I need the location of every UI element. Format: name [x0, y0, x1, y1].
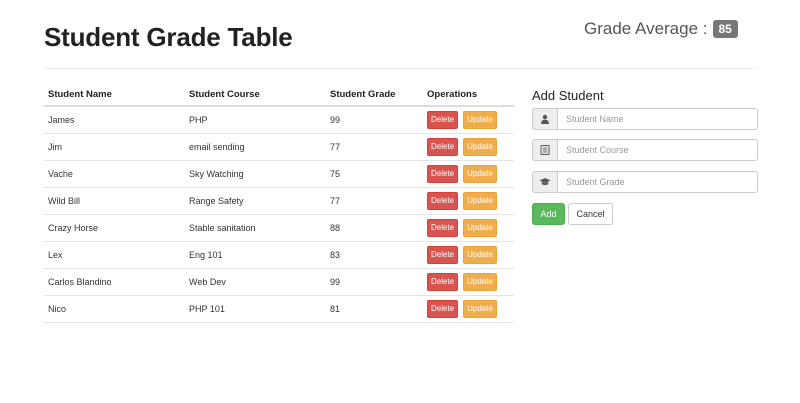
student-name-input[interactable] [557, 108, 758, 130]
update-button[interactable]: Update [463, 218, 497, 237]
student-name-cell: James [44, 106, 185, 134]
student-course-cell: Range Safety [185, 187, 326, 215]
student-grade-cell: 88 [326, 214, 423, 242]
operations-cell: Delete Update [423, 295, 514, 323]
list-icon [532, 139, 557, 161]
add-student-title: Add Student [532, 88, 604, 103]
student-name-cell: Wild Bill [44, 187, 185, 215]
student-name-group [532, 108, 758, 130]
student-name-cell: Carlos Blandino [44, 268, 185, 296]
add-button[interactable]: Add [532, 203, 565, 225]
student-course-cell: PHP 101 [185, 295, 326, 323]
grade-average: Grade Average : 85 [584, 19, 738, 39]
table-row: Crazy Horse Stable sanitation 88 Delete Upda… [44, 214, 514, 242]
student-grade-cell: 77 [326, 187, 423, 215]
column-header-student-grade[interactable]: Student Grade [326, 83, 423, 107]
table-header-row: Student Name Student Course Student Grad… [44, 83, 514, 107]
column-header-student-name[interactable]: Student Name [44, 83, 185, 107]
delete-button[interactable]: Delete [427, 245, 459, 264]
table-row: Nico PHP 101 81 Delete Update [44, 295, 514, 323]
operations-cell: Delete Update [423, 214, 514, 242]
table-row: Carlos Blandino Web Dev 99 Delete Update [44, 268, 514, 296]
delete-button[interactable]: Delete [427, 191, 459, 210]
table-row: James PHP 99 Delete Update [44, 106, 514, 134]
page-title: Student Grade Table [44, 22, 293, 52]
student-grade-cell: 81 [326, 295, 423, 323]
student-course-cell: Eng 101 [185, 241, 326, 269]
student-grade-input[interactable] [557, 171, 758, 193]
cancel-button[interactable]: Cancel [568, 203, 613, 225]
update-button[interactable]: Update [463, 110, 497, 129]
student-grade-cell: 77 [326, 133, 423, 161]
delete-button[interactable]: Delete [427, 137, 459, 156]
update-button[interactable]: Update [463, 272, 497, 291]
student-grade-cell: 83 [326, 241, 423, 269]
student-course-input[interactable] [557, 139, 758, 161]
student-name-cell: Vache [44, 160, 185, 188]
student-grade-table: Student Name Student Course Student Grad… [44, 83, 514, 323]
table-body: James PHP 99 Delete Update Jim email sending 77… [44, 106, 514, 323]
delete-button[interactable]: Delete [427, 299, 459, 318]
student-name-cell: Jim [44, 133, 185, 161]
student-course-cell: Web Dev [185, 268, 326, 296]
student-grade-cell: 75 [326, 160, 423, 188]
delete-button[interactable]: Delete [427, 164, 459, 183]
graduation-cap-icon [532, 171, 557, 193]
column-header-student-course[interactable]: Student Course [185, 83, 326, 107]
student-name-cell: Crazy Horse [44, 214, 185, 242]
student-course-cell: Sky Watching [185, 160, 326, 188]
table-row: Lex Eng 101 83 Delete Update [44, 241, 514, 269]
operations-cell: Delete Update [423, 241, 514, 269]
delete-button[interactable]: Delete [427, 110, 459, 129]
student-course-group [532, 139, 758, 161]
delete-button[interactable]: Delete [427, 272, 459, 291]
delete-button[interactable]: Delete [427, 218, 459, 237]
student-grade-cell: 99 [326, 106, 423, 134]
grade-average-label: Grade Average : [584, 19, 708, 38]
column-header-operations: Operations [423, 83, 514, 107]
table-row: Wild Bill Range Safety 77 Delete Update [44, 187, 514, 215]
update-button[interactable]: Update [463, 191, 497, 210]
student-name-cell: Nico [44, 295, 185, 323]
update-button[interactable]: Update [463, 137, 497, 156]
update-button[interactable]: Update [463, 245, 497, 264]
student-grade-group [532, 171, 758, 193]
table-row: Vache Sky Watching 75 Delete Update [44, 160, 514, 188]
operations-cell: Delete Update [423, 106, 514, 134]
operations-cell: Delete Update [423, 268, 514, 296]
student-grade-cell: 99 [326, 268, 423, 296]
student-name-cell: Lex [44, 241, 185, 269]
user-icon [532, 108, 557, 130]
student-course-cell: email sending [185, 133, 326, 161]
update-button[interactable]: Update [463, 164, 497, 183]
table-row: Jim email sending 77 Delete Update [44, 133, 514, 161]
operations-cell: Delete Update [423, 133, 514, 161]
operations-cell: Delete Update [423, 187, 514, 215]
student-course-cell: Stable sanitation [185, 214, 326, 242]
update-button[interactable]: Update [463, 299, 497, 318]
student-course-cell: PHP [185, 106, 326, 134]
header-divider [44, 68, 758, 69]
operations-cell: Delete Update [423, 160, 514, 188]
grade-average-badge: 85 [712, 20, 738, 38]
